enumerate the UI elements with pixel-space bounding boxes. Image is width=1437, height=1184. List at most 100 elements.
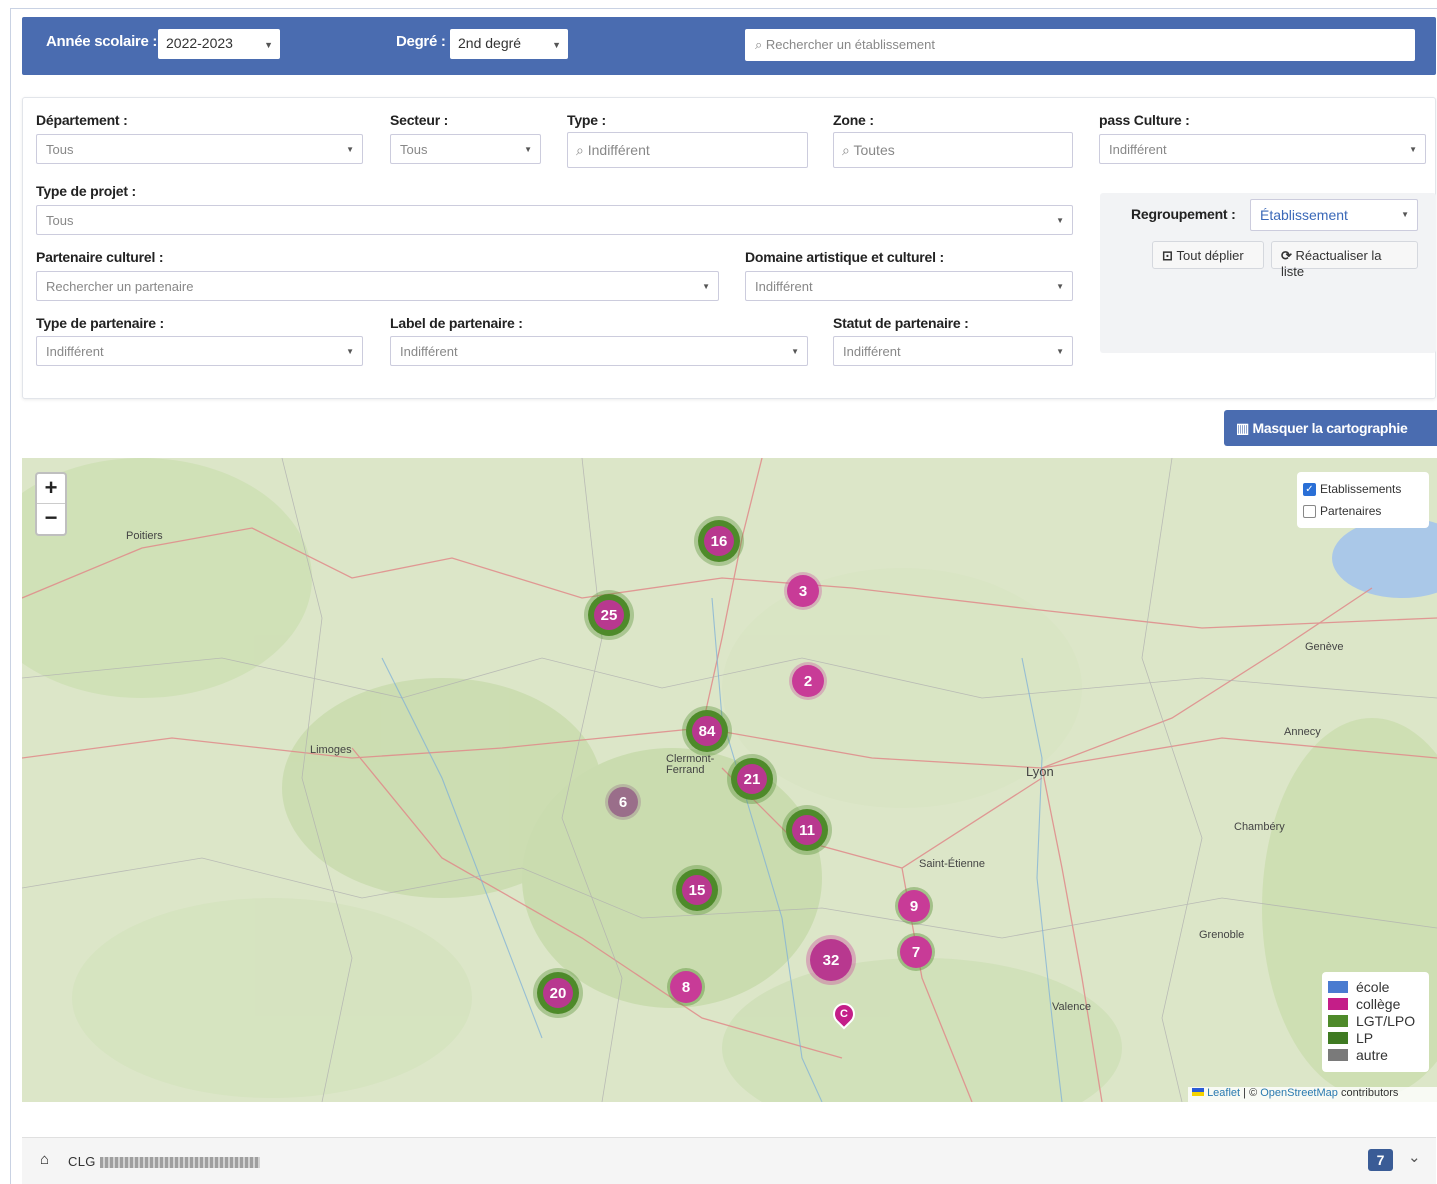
zone-value: Toutes	[853, 142, 895, 158]
map-cluster[interactable]: 9	[898, 890, 930, 922]
chevron-down-icon: ▼	[346, 145, 354, 154]
cluster-count: 84	[692, 716, 722, 746]
chevron-down-icon: ▼	[1401, 210, 1409, 219]
zoom-control: + −	[35, 472, 67, 536]
map-cluster[interactable]: 11	[786, 809, 828, 851]
expand-icon: ⊡	[1162, 248, 1177, 263]
type-projet-value: Tous	[46, 213, 74, 228]
refresh-icon: ⟳	[1281, 248, 1296, 263]
zoom-out-button[interactable]: −	[37, 504, 65, 534]
legend-swatch	[1328, 997, 1348, 1010]
map-cluster[interactable]: 6	[608, 787, 638, 817]
type-label: Type :	[567, 112, 606, 128]
legend-item: LGT/LPO	[1328, 1012, 1423, 1029]
school-year-select[interactable]: 2022-2023 ▼	[158, 29, 280, 59]
type-partenaire-select[interactable]: Indifférent ▼	[36, 336, 363, 366]
secteur-label: Secteur :	[390, 112, 449, 128]
map-cluster[interactable]: 7	[900, 936, 932, 968]
search-icon: ⌕	[842, 142, 854, 158]
map-cluster[interactable]: 8	[670, 971, 702, 1003]
map-cluster[interactable]: 3	[787, 575, 819, 607]
cluster-count: 15	[682, 875, 712, 905]
attribution-text: contributors	[1337, 1087, 1399, 1099]
osm-link[interactable]: OpenStreetMap	[1260, 1087, 1338, 1099]
attribution-separator: | ©	[1240, 1087, 1261, 1099]
chevron-down-icon: ▼	[1056, 282, 1064, 291]
chevron-down-icon: ▼	[1056, 347, 1064, 356]
checkbox-checked-icon[interactable]: ✓	[1303, 482, 1316, 496]
expand-all-label: Tout déplier	[1176, 248, 1244, 263]
legend-label: collège	[1356, 995, 1401, 1012]
place-label: Genève	[1305, 641, 1344, 653]
chevron-down-icon: ▼	[346, 347, 354, 356]
place-label: Annecy	[1284, 726, 1321, 738]
pass-culture-select[interactable]: Indifférent ▼	[1099, 134, 1426, 164]
place-label: Saint-Étienne	[919, 858, 986, 870]
layer-etablissements[interactable]: ✓ Etablissements	[1303, 478, 1423, 500]
leaflet-link[interactable]: Leaflet	[1207, 1087, 1240, 1099]
zone-label: Zone :	[833, 112, 874, 128]
legend-swatch	[1328, 1014, 1348, 1027]
degree-select[interactable]: 2nd degré ▼	[450, 29, 568, 59]
partenaire-culturel-select[interactable]: Rechercher un partenaire ▼	[36, 271, 719, 301]
label-partenaire-select[interactable]: Indifférent ▼	[390, 336, 808, 366]
degree-label: Degré :	[396, 33, 446, 50]
refresh-list-button[interactable]: ⟳ Réactualiser la liste	[1271, 241, 1418, 279]
chevron-down-icon: ▼	[702, 282, 710, 291]
map-cluster[interactable]: 20	[537, 972, 579, 1014]
label-partenaire-value: Indifférent	[400, 344, 458, 359]
chevron-down-icon[interactable]: ⌄	[1408, 1148, 1421, 1166]
type-partenaire-label: Type de partenaire :	[36, 315, 165, 331]
type-partenaire-value: Indifférent	[46, 344, 104, 359]
school-year-value: 2022-2023	[166, 35, 233, 51]
place-label: Chambéry	[1234, 821, 1285, 833]
map-cluster[interactable]: 15	[676, 869, 718, 911]
hide-map-button[interactable]: ▥ Masquer la cartographie	[1224, 410, 1437, 446]
establishment-search-input[interactable]: ⌕ Rechercher un établissement	[745, 29, 1415, 61]
pin-letter: C	[840, 1008, 848, 1020]
layer-label: Partenaires	[1320, 504, 1382, 518]
search-placeholder: Rechercher un établissement	[765, 37, 935, 52]
expand-all-button[interactable]: ⊡ Tout déplier	[1152, 241, 1264, 269]
map-cluster[interactable]: 25	[588, 594, 630, 636]
redacted-name	[99, 1157, 260, 1169]
filter-panel: Département : Tous ▼ Secteur : Tous ▼ Type…	[22, 97, 1436, 399]
grouping-box: Regroupement : Établissement ▼ ⊡ Tout dép…	[1100, 193, 1436, 353]
refresh-list-label: Réactualiser la liste	[1281, 248, 1382, 279]
chevron-down-icon: ▼	[552, 40, 561, 50]
flag-icon	[1192, 1088, 1204, 1096]
map-legend: école collège LGT/LPO LP autre	[1322, 972, 1429, 1072]
type-projet-select[interactable]: Tous ▼	[36, 205, 1073, 235]
map-cluster[interactable]: 2	[792, 665, 824, 697]
departement-value: Tous	[46, 142, 74, 157]
secteur-select[interactable]: Tous ▼	[390, 134, 541, 164]
grouping-select[interactable]: Établissement ▼	[1250, 199, 1418, 231]
legend-swatch	[1328, 1031, 1348, 1044]
statut-partenaire-label: Statut de partenaire :	[833, 315, 969, 331]
map-cluster[interactable]: 32	[810, 939, 852, 981]
secteur-value: Tous	[400, 142, 428, 157]
result-row[interactable]: ⌂ CLG 7 ⌄	[22, 1137, 1436, 1184]
domaine-label: Domaine artistique et culturel :	[745, 249, 944, 265]
zone-search-input[interactable]: ⌕ Toutes	[833, 132, 1073, 168]
checkbox-icon[interactable]	[1303, 504, 1316, 518]
layer-partenaires[interactable]: Partenaires	[1303, 500, 1423, 522]
place-label: Grenoble	[1199, 929, 1245, 941]
map-container[interactable]: Poitiers Limoges Clermont-Ferrand Lyon S…	[22, 458, 1437, 1102]
legend-swatch	[1328, 1048, 1348, 1061]
result-count-badge: 7	[1368, 1149, 1393, 1171]
map-cluster[interactable]: 16	[698, 520, 740, 562]
map-cluster[interactable]: 84	[686, 710, 728, 752]
statut-partenaire-value: Indifférent	[843, 344, 901, 359]
zoom-in-button[interactable]: +	[37, 474, 65, 504]
cluster-count: 16	[704, 526, 734, 556]
home-icon: ⌂	[40, 1151, 50, 1168]
domaine-select[interactable]: Indifférent ▼	[745, 271, 1073, 301]
layer-control: ✓ Etablissements Partenaires	[1297, 472, 1429, 528]
departement-label: Département :	[36, 112, 128, 128]
map-cluster[interactable]: 21	[731, 758, 773, 800]
departement-select[interactable]: Tous ▼	[36, 134, 363, 164]
result-establishment-name: CLG	[68, 1154, 260, 1169]
type-search-input[interactable]: ⌕ Indifférent	[567, 132, 808, 168]
statut-partenaire-select[interactable]: Indifférent ▼	[833, 336, 1073, 366]
